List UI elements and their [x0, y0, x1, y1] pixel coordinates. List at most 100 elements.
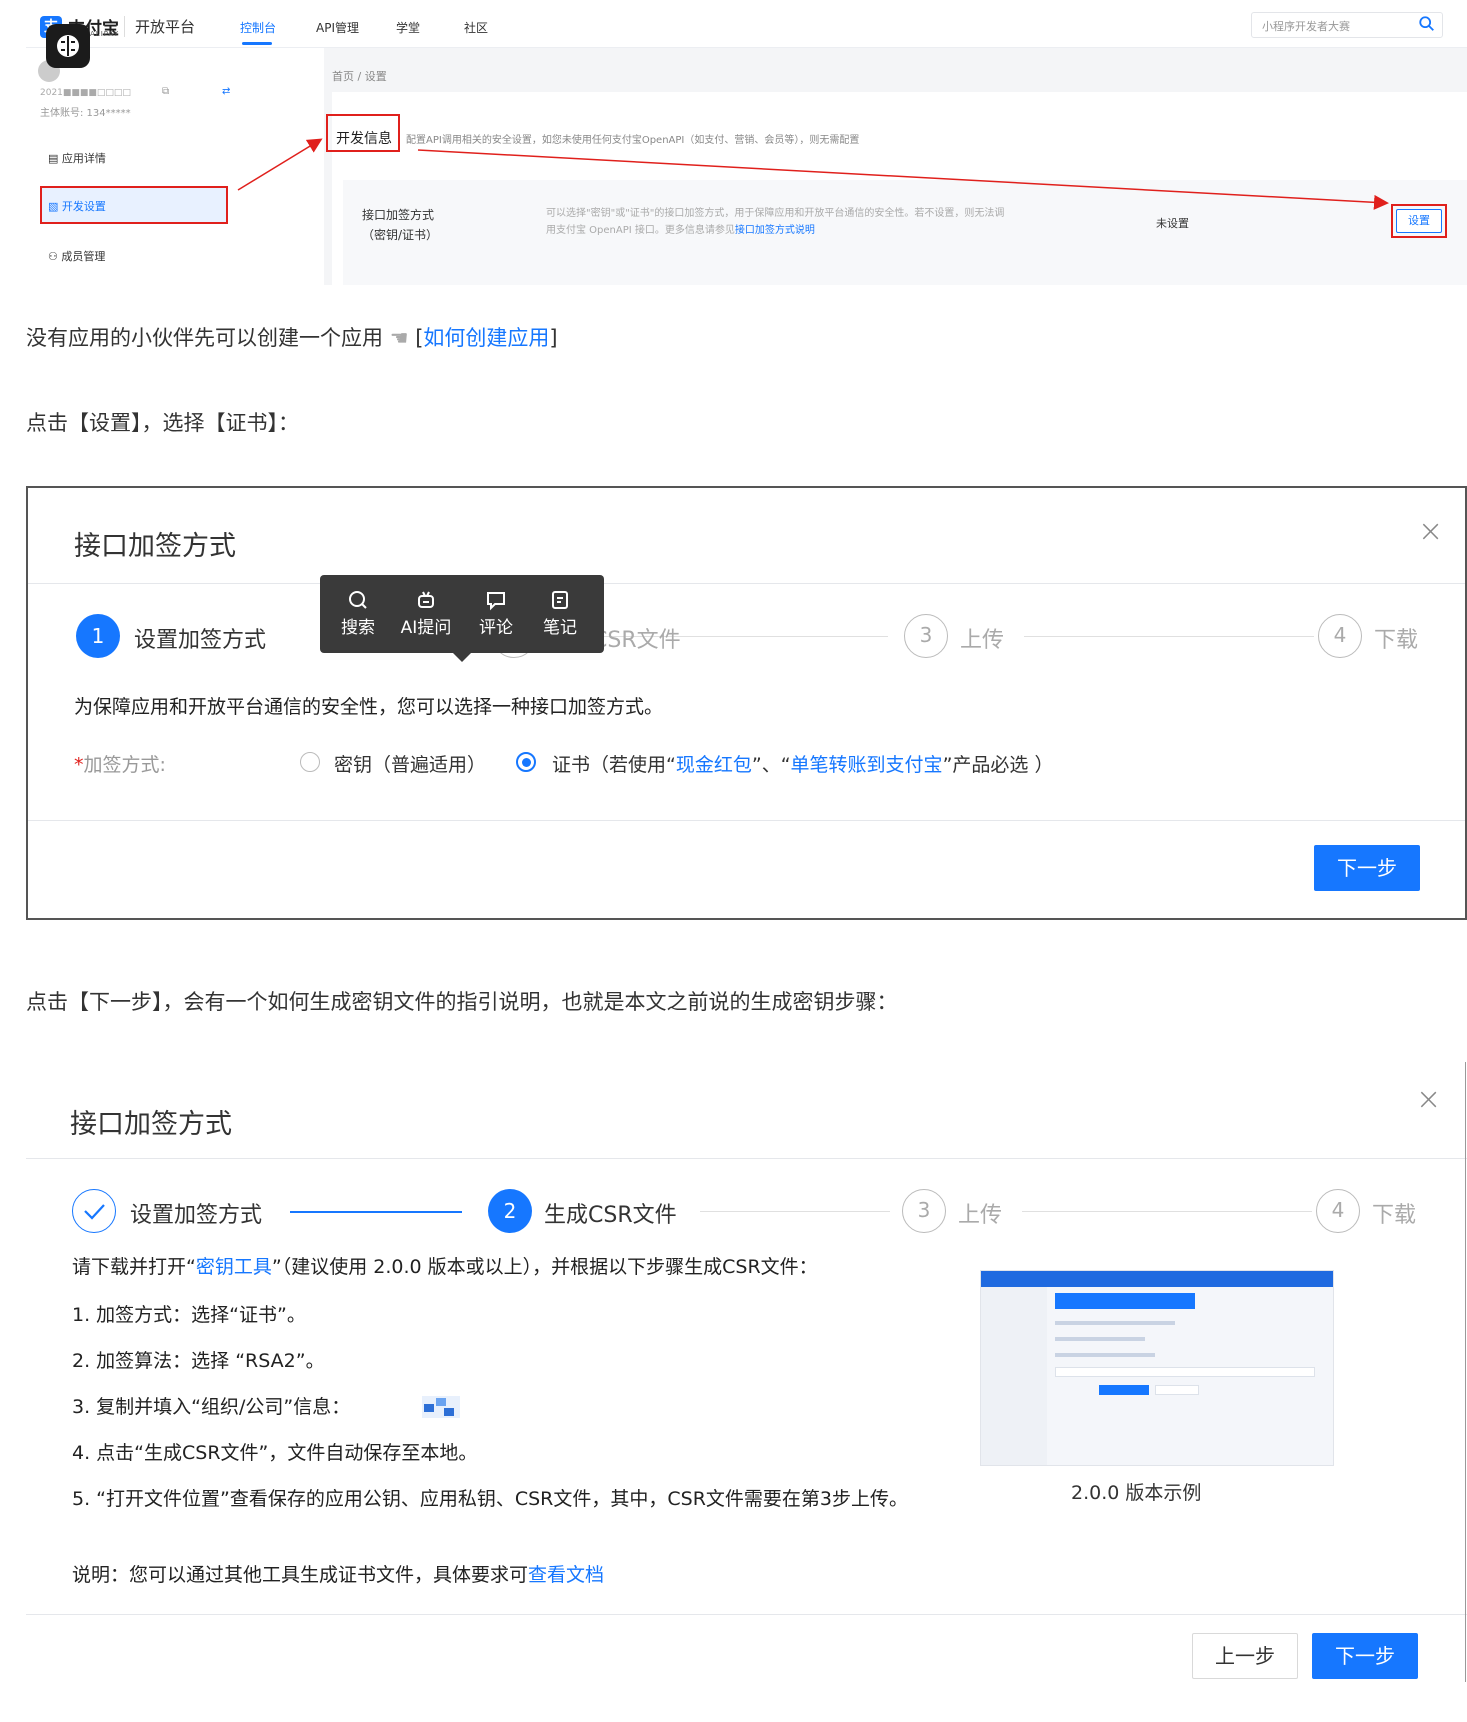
next-button[interactable]: 下一步 — [1314, 845, 1420, 891]
brain-icon — [57, 35, 79, 57]
step-3-label: 上传 — [958, 1203, 1003, 1228]
step-2-label: 生成CSR文件 — [544, 1203, 677, 1228]
modal-edge — [1465, 1062, 1466, 1682]
step-3-circle: 3 — [904, 614, 948, 658]
modal-header-divider — [26, 1158, 1467, 1159]
popup-item-label: AI提问 — [400, 618, 452, 638]
view-docs-link[interactable]: 查看文档 — [528, 1564, 604, 1586]
annotation-arrow-to-button — [417, 149, 1389, 210]
radio-cert-dot — [522, 758, 531, 767]
close-icon[interactable]: × — [1416, 1082, 1441, 1117]
radio-cert[interactable] — [516, 752, 536, 772]
cert-label-pre: 证书（若使用“ — [552, 754, 676, 776]
redacted-block — [444, 1408, 454, 1416]
list-item: 1. 加签方式：选择“证书”。 — [72, 1304, 306, 1326]
tool-titlebar — [981, 1271, 1333, 1287]
step-4-circle: 4 — [1316, 1189, 1360, 1233]
comment-icon — [487, 592, 505, 611]
step-connector — [700, 1211, 890, 1212]
field-label-text: 加签方式: — [83, 754, 166, 776]
field-label-signing: *加签方式: — [74, 750, 166, 777]
modal-footer-divider — [28, 820, 1465, 821]
prev-button[interactable]: 上一步 — [1192, 1633, 1298, 1679]
popup-item-label: 笔记 — [543, 618, 577, 638]
list-item: 2. 加签算法：选择 “RSA2”。 — [72, 1350, 325, 1372]
cert-label-post: ”产品必选 ） — [942, 754, 1054, 776]
text-selection-popup: 搜索 AI提问 评论 笔记 — [320, 575, 604, 653]
step-connector — [1024, 636, 1314, 637]
step-1-circle: 1 — [76, 614, 120, 658]
tool-generate-button — [1099, 1385, 1149, 1395]
intro-post: ”（建议使用 2.0.0 版本或以上），并根据以下步骤生成CSR文件： — [271, 1256, 818, 1278]
redacted-block — [436, 1398, 446, 1406]
robot-icon — [418, 591, 434, 608]
step-connector — [1022, 1211, 1312, 1212]
radio-cert-label[interactable]: 证书（若使用“现金红包”、“单笔转账到支付宝”产品必选 ） — [552, 750, 1053, 777]
step-4-label: 下载 — [1374, 628, 1419, 653]
signing-method-modal-step1: 接口加签方式 × 1 设置加签方式 2 生成CSR文件 3 上传 4 下载 为保… — [26, 486, 1467, 920]
next-button[interactable]: 下一步 — [1312, 1633, 1418, 1679]
check-icon — [84, 1204, 105, 1220]
popup-note-button[interactable]: 笔记 — [530, 589, 590, 638]
step-3-label: 上传 — [960, 628, 1005, 653]
tool-step-bar — [1055, 1293, 1195, 1309]
key-tool-link[interactable]: 密钥工具 — [196, 1256, 272, 1278]
list-item: 4. 点击“生成CSR文件”，文件自动保存至本地。 — [72, 1442, 478, 1464]
popup-search-button[interactable]: 搜索 — [328, 589, 388, 638]
required-mark: * — [74, 754, 84, 776]
note-pre: 说明：您可以通过其他工具生成证书文件，具体要求可 — [72, 1564, 529, 1586]
step-2-circle: 2 — [488, 1189, 532, 1233]
radio-key[interactable] — [300, 752, 320, 772]
cash-red-packet-link[interactable]: 现金红包 — [676, 754, 752, 776]
tool-row — [1055, 1337, 1145, 1341]
modal-note: 说明：您可以通过其他工具生成证书文件，具体要求可查看文档 — [72, 1560, 604, 1587]
step-1-check-circle — [72, 1189, 116, 1233]
popup-comment-button[interactable]: 评论 — [466, 589, 526, 638]
tool-sidebar — [981, 1287, 1047, 1465]
paragraph-text: 没有应用的小伙伴先可以创建一个应用 — [26, 326, 390, 350]
step-4-label: 下载 — [1372, 1203, 1417, 1228]
single-transfer-link[interactable]: 单笔转账到支付宝 — [791, 754, 943, 776]
radio-key-label[interactable]: 密钥（普遍适用） — [334, 750, 486, 777]
popup-item-label: 搜索 — [341, 618, 375, 638]
tool-input — [1055, 1367, 1315, 1377]
popup-item-label: 评论 — [479, 618, 513, 638]
bracket-close: ] — [549, 326, 558, 350]
modal-header-divider — [28, 583, 1465, 584]
step-connector-done — [290, 1211, 462, 1213]
cert-label-mid: ”、“ — [751, 754, 791, 776]
redacted-org-info — [422, 1396, 460, 1418]
list-item: 3. 复制并填入“组织/公司”信息： — [72, 1396, 351, 1418]
paragraph-click-next: 点击【下一步】，会有一个如何生成密钥文件的指引说明，也就是本文之前说的生成密钥步… — [26, 990, 898, 1014]
annotation-arrows — [237, 138, 1389, 210]
modal-footer-divider — [26, 1614, 1467, 1615]
popup-ai-button[interactable]: AI提问 — [396, 589, 456, 638]
close-icon[interactable]: × — [1418, 514, 1443, 549]
modal-title: 接口加签方式 — [74, 531, 236, 562]
modal-description: 为保障应用和开放平台通信的安全性，您可以选择一种接口加签方式。 — [74, 696, 664, 718]
step-4-circle: 4 — [1318, 614, 1362, 658]
step-3-circle: 3 — [902, 1189, 946, 1233]
csr-intro: 请下载并打开“密钥工具”（建议使用 2.0.0 版本或以上），并根据以下步骤生成… — [72, 1252, 818, 1279]
tool-screenshot-caption: 2.0.0 版本示例 — [1071, 1482, 1202, 1504]
tool-row — [1055, 1353, 1155, 1357]
paragraph-create-app: 没有应用的小伙伴先可以创建一个应用 ☚ [如何创建应用] — [26, 322, 558, 352]
tool-open-button — [1155, 1385, 1199, 1395]
modal-title: 接口加签方式 — [70, 1109, 232, 1140]
platform-screenshot: 支 支付宝 ALIPAY 开放平台 控制台 API管理 学堂 社区 小程序开发者… — [26, 0, 1467, 285]
key-tool-screenshot — [980, 1270, 1334, 1466]
redacted-block — [424, 1404, 434, 1412]
search-icon — [349, 591, 367, 609]
list-item: 5. “打开文件位置”查看保存的应用公钥、应用私钥、CSR文件，其中，CSR文件… — [72, 1488, 909, 1510]
step-1-label: 设置加签方式 — [134, 628, 267, 653]
paragraph-click-settings: 点击【设置】，选择【证书】： — [26, 411, 299, 435]
note-icon — [552, 591, 568, 609]
intro-pre: 请下载并打开“ — [72, 1256, 196, 1278]
popup-pointer — [452, 652, 472, 662]
ai-assistant-badge[interactable] — [46, 24, 90, 68]
how-to-create-app-link[interactable]: 如何创建应用 — [423, 326, 549, 350]
annotation-arrow-to-title — [237, 138, 323, 191]
bracket-open: [ — [408, 326, 424, 350]
pointing-hand-icon: ☚ — [389, 326, 409, 350]
step-1-label: 设置加签方式 — [130, 1203, 263, 1228]
